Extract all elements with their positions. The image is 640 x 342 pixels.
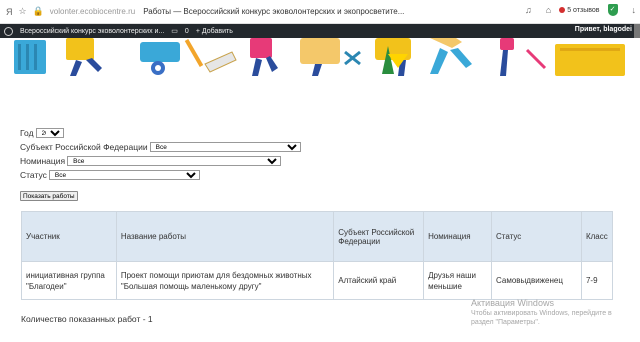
nomination-row: Номинация Все — [20, 154, 620, 168]
reviews-badge[interactable]: 5 отзывов — [559, 7, 600, 14]
add-new-icon[interactable]: + — [196, 28, 200, 35]
bookmark-icon[interactable]: ☆ — [19, 6, 27, 17]
address-bar[interactable]: volonter.ecobiocentre.ru — [50, 7, 135, 16]
status-row: Статус Все — [20, 168, 620, 182]
year-select[interactable]: 2021 — [35, 128, 64, 138]
lock-icon: 🔒 — [32, 6, 44, 16]
avatar[interactable] — [634, 24, 640, 38]
volunteers-illustration-icon — [14, 38, 625, 76]
headphones-icon[interactable]: ♫ — [525, 5, 532, 15]
header-participant: Участник — [21, 211, 117, 262]
header-status: Статус — [491, 211, 582, 262]
yandex-icon[interactable]: Я — [6, 7, 13, 17]
admin-add-new[interactable]: Добавить — [202, 28, 233, 35]
windows-activation-watermark: Активация Windows Чтобы активировать Win… — [471, 298, 631, 327]
protect-shield-icon[interactable]: ✓ — [607, 4, 618, 16]
download-icon[interactable]: ↓ — [632, 5, 637, 15]
year-label: Год — [20, 128, 34, 138]
comments-count[interactable]: 0 — [185, 28, 189, 35]
works-count: Количество показанных работ - 1 — [21, 314, 153, 324]
browser-toolbar: Я ☆ 🔒 volonter.ecobiocentre.ru Работы — … — [0, 0, 640, 24]
header-class: Класс — [580, 211, 614, 262]
year-row: Год 2021 — [20, 126, 620, 140]
status-label: Статус — [20, 170, 47, 180]
cell-work-title[interactable]: Проект помощи приютам для бездомных живо… — [115, 261, 335, 300]
show-works-button[interactable]: Показать работы — [20, 191, 78, 201]
header-illustration — [0, 38, 640, 78]
nomination-select[interactable]: Все — [67, 156, 282, 166]
table-row: инициативная группа "Благодеи" Проект по… — [21, 261, 614, 300]
bookmarks-icon[interactable]: ⌂ — [546, 5, 551, 15]
works-table: Участник Название работы Субъект Российс… — [21, 211, 614, 300]
cell-nomination: Друзья наши меньшие — [423, 261, 493, 300]
admin-site-name[interactable]: Всероссийский конкурс эковолонтерских и.… — [20, 28, 164, 35]
cell-status: Самовыдвиженец — [491, 261, 582, 300]
cell-region: Алтайский край — [333, 261, 425, 300]
region-row: Субъект Российской Федерации Все — [20, 140, 620, 154]
comments-icon[interactable]: ▭ — [171, 27, 178, 35]
watermark-text: Чтобы активировать Windows, перейдите в … — [471, 310, 612, 326]
admin-greeting[interactable]: Привет, blagodei — [575, 26, 632, 33]
region-select[interactable]: Все — [149, 142, 301, 152]
wordpress-icon[interactable] — [4, 26, 13, 36]
region-label: Субъект Российской Федерации — [20, 142, 148, 152]
status-select[interactable]: Все — [48, 170, 200, 180]
page-tab-title: Работы — Всероссийский конкурс эковолонт… — [143, 7, 405, 16]
nomination-label: Номинация — [20, 156, 66, 166]
watermark-title: Активация Windows — [471, 298, 554, 308]
cell-participant: инициативная группа "Благодеи" — [21, 261, 117, 300]
header-work-title: Название работы — [115, 211, 335, 262]
wp-admin-bar: Всероссийский конкурс эковолонтерских и.… — [0, 24, 640, 38]
cell-class: 7-9 — [580, 261, 614, 300]
header-region: Субъект Российской Федерации — [333, 211, 425, 262]
filter-form: Год 2021 Субъект Российской Федерации Вс… — [20, 126, 620, 201]
header-nomination: Номинация — [423, 211, 493, 262]
table-header-row: Участник Название работы Субъект Российс… — [21, 211, 614, 262]
reviews-dot-icon — [559, 7, 566, 13]
